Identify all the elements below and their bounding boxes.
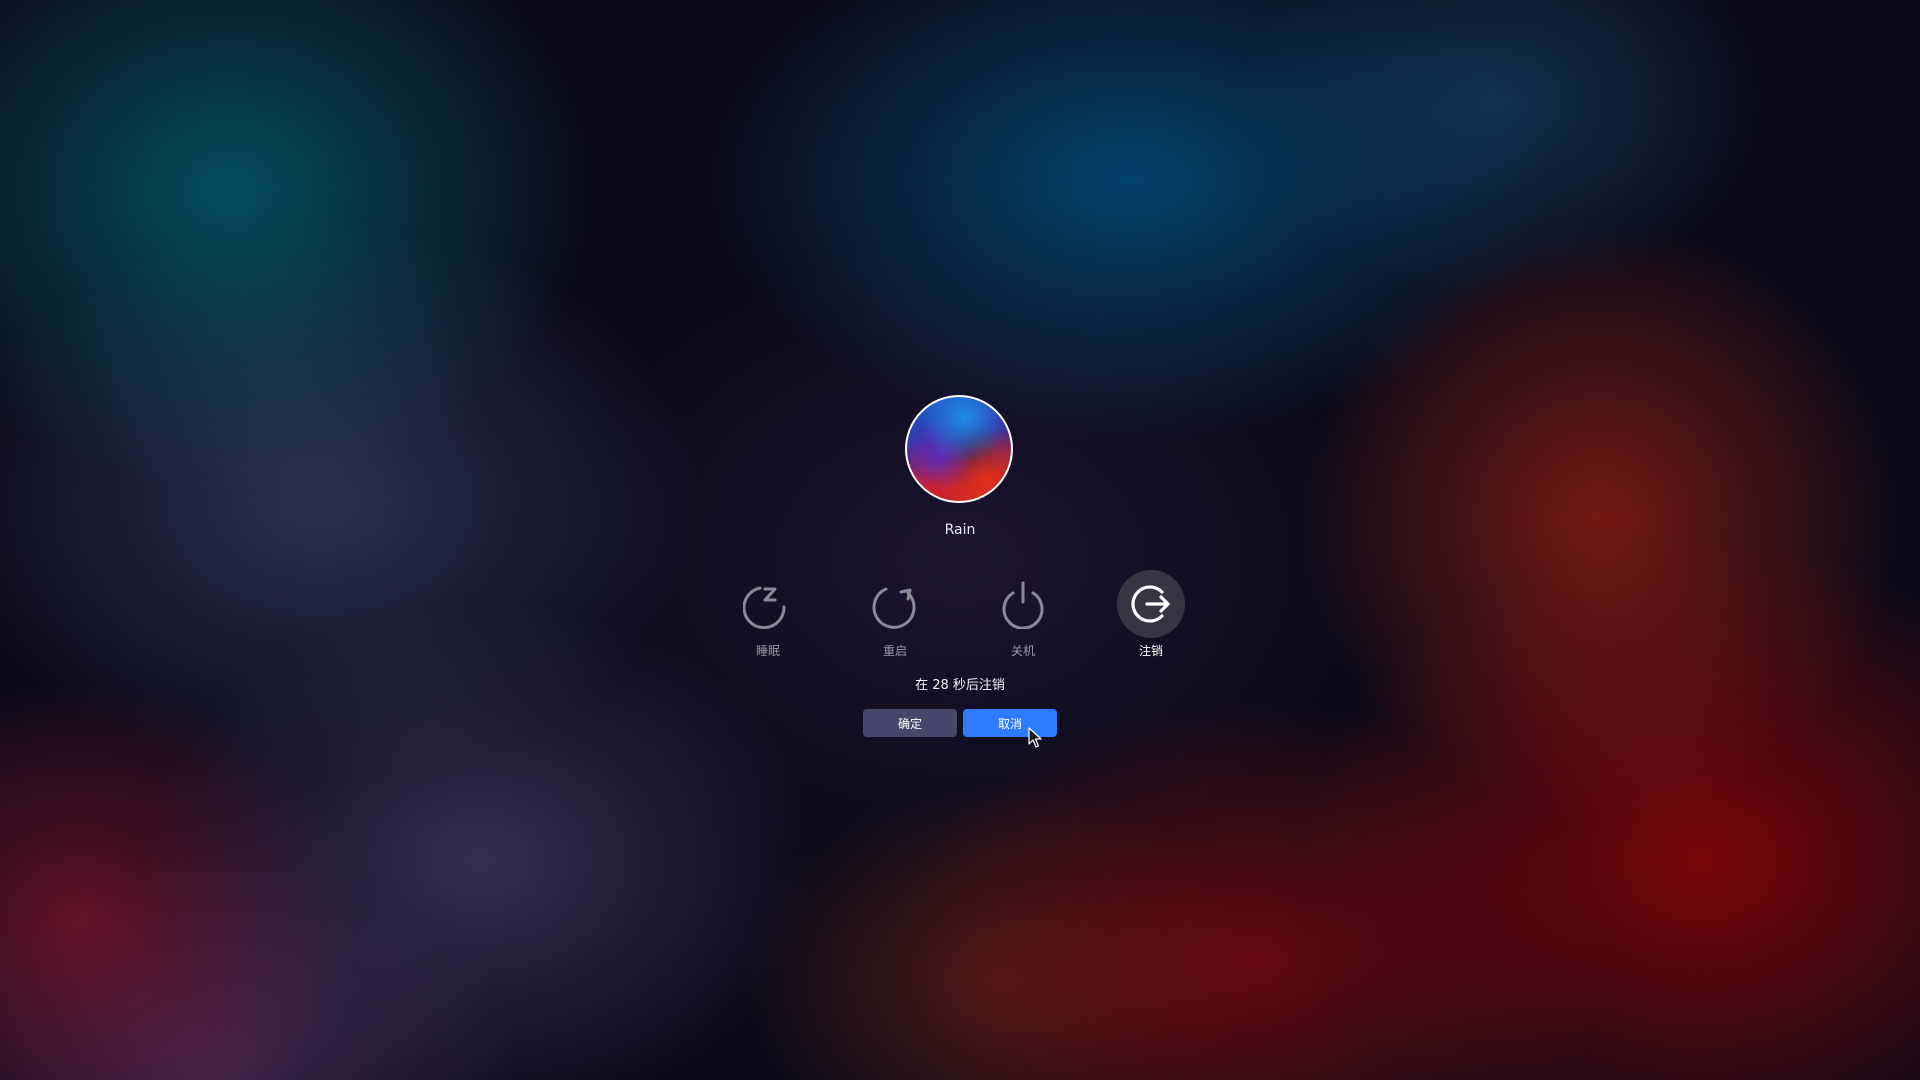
logout-action[interactable]: 注销 [1117, 570, 1185, 659]
shutdown-action-circle[interactable] [989, 570, 1057, 638]
sleep-action[interactable]: 睡眠 [734, 570, 802, 659]
logout-action-circle[interactable] [1117, 570, 1185, 638]
logout-label: 注销 [1138, 644, 1163, 658]
restart-action[interactable]: 重启 [861, 570, 929, 659]
session-panel: Rain 睡眠 重启 关机 注销 在 28 秒后注销 确定 取消 [0, 0, 1920, 1080]
restart-action-circle[interactable] [861, 570, 929, 638]
sleep-icon [743, 586, 786, 629]
restart-icon [872, 587, 916, 629]
logout-countdown: 在 28 秒后注销 [915, 678, 1005, 693]
cancel-button[interactable]: 取消 [963, 709, 1057, 737]
logout-screen: Rain 睡眠 重启 关机 注销 在 28 秒后注销 确定 取消 [0, 0, 1920, 1080]
mouse-cursor-icon [1028, 727, 1042, 748]
user-avatar[interactable] [905, 395, 1013, 503]
restart-label: 重启 [882, 644, 907, 658]
user-name: Rain [944, 522, 976, 538]
power-icon [1002, 581, 1044, 629]
sleep-label: 睡眠 [755, 644, 780, 658]
shutdown-action[interactable]: 关机 [989, 570, 1057, 659]
sleep-action-circle[interactable] [734, 570, 802, 638]
logout-icon [1131, 585, 1170, 623]
confirm-button[interactable]: 确定 [863, 709, 957, 737]
shutdown-label: 关机 [1010, 644, 1035, 658]
